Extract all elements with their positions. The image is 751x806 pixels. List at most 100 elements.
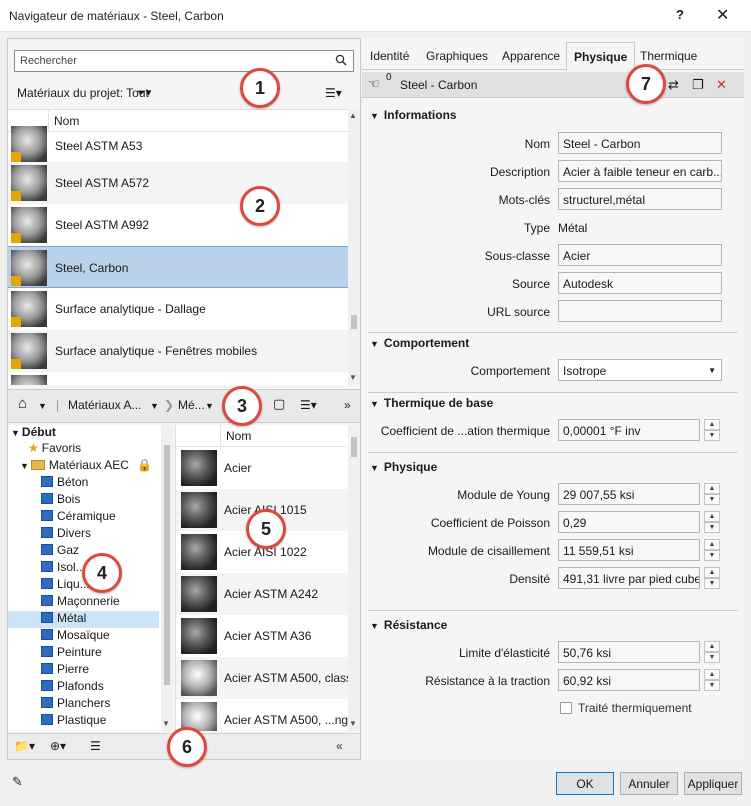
tree-item[interactable]: Divers: [41, 526, 91, 543]
comportement-select[interactable]: Isotrope ▼: [558, 359, 722, 381]
stepper-up-icon[interactable]: ▲: [704, 539, 720, 550]
scroll-up-icon[interactable]: ▲: [349, 111, 357, 120]
column-name[interactable]: Nom: [226, 429, 251, 443]
chevron-down-icon[interactable]: ▼: [150, 401, 159, 411]
tree-item[interactable]: Céramique: [41, 509, 116, 526]
scroll-thumb[interactable]: [351, 437, 357, 457]
expand-icon[interactable]: ▼: [20, 461, 29, 471]
module-cisaillement-stepper[interactable]: ▲ ▼: [704, 539, 720, 561]
stepper-up-icon[interactable]: ▲: [704, 419, 720, 430]
stepper-up-icon[interactable]: ▲: [704, 483, 720, 494]
table-row[interactable]: Surface analytique - Fenêtres mobiles: [8, 330, 348, 372]
stepper-down-icon[interactable]: ▼: [704, 578, 720, 589]
stepper-down-icon[interactable]: ▼: [704, 652, 720, 663]
collapse-icon[interactable]: «: [336, 739, 343, 753]
scroll-down-icon[interactable]: ▼: [349, 373, 357, 382]
scroll-thumb[interactable]: [164, 445, 170, 685]
traite-thermiquement-checkbox[interactable]: [560, 702, 572, 714]
tree-root[interactable]: ▼ Début: [11, 425, 56, 442]
tab-identite[interactable]: Identité: [370, 49, 409, 63]
section-resistance[interactable]: Résistance: [370, 618, 447, 632]
home-icon[interactable]: ⌂: [18, 395, 27, 412]
home-dropdown-icon[interactable]: ▼: [38, 401, 47, 411]
section-informations[interactable]: Informations: [370, 108, 457, 122]
section-comportement[interactable]: Comportement: [370, 336, 469, 350]
table-row[interactable]: Steel ASTM A992: [8, 204, 348, 246]
close-button[interactable]: ✕: [716, 5, 729, 25]
stepper-up-icon[interactable]: ▲: [704, 641, 720, 652]
help-button[interactable]: ?: [676, 7, 684, 22]
densite-stepper[interactable]: ▲ ▼: [704, 567, 720, 589]
tab-apparence[interactable]: Apparence: [502, 49, 560, 63]
tree-item[interactable]: Pierre: [41, 662, 89, 679]
asset-browser-icon[interactable]: ☰: [90, 739, 101, 753]
stepper-down-icon[interactable]: ▼: [704, 430, 720, 441]
tree-item-materiaux-aec[interactable]: ▼ Matériaux AEC 🔒: [20, 458, 152, 475]
open-library-icon[interactable]: 📁▾: [14, 739, 35, 753]
tree-item-selected[interactable]: Métal: [8, 611, 159, 628]
tree-item[interactable]: Mosaïque: [41, 628, 110, 645]
more-icon[interactable]: »: [344, 398, 351, 412]
description-field[interactable]: Acier à faible teneur en carb...: [558, 160, 722, 182]
tree-item[interactable]: Plastique: [41, 713, 106, 730]
stepper-up-icon[interactable]: ▲: [704, 669, 720, 680]
sous-classe-field[interactable]: Acier: [558, 244, 722, 266]
tree-item[interactable]: Bois: [41, 492, 80, 509]
tree-item[interactable]: Gaz: [41, 543, 79, 560]
table-row[interactable]: Steel ASTM A572: [8, 162, 348, 204]
panel-toggle-icon[interactable]: ▢: [273, 396, 285, 412]
module-cisaillement-field[interactable]: 11 559,51 ksi: [558, 539, 700, 561]
stepper-down-icon[interactable]: ▼: [704, 550, 720, 561]
tree-item-favoris[interactable]: ★ Favoris: [28, 441, 81, 458]
tree-item[interactable]: Isol...: [41, 560, 86, 577]
module-young-stepper[interactable]: ▲ ▼: [704, 483, 720, 505]
tree-item[interactable]: Maçonnerie: [41, 594, 120, 611]
replace-asset-icon[interactable]: ⇄: [668, 77, 679, 93]
project-grid-scrollbar[interactable]: ▲ ▼: [348, 109, 360, 385]
tab-graphiques[interactable]: Graphiques: [426, 49, 488, 63]
table-row[interactable]: [8, 372, 348, 385]
source-field[interactable]: Autodesk: [558, 272, 722, 294]
resistance-traction-stepper[interactable]: ▲ ▼: [704, 669, 720, 691]
nom-field[interactable]: Steel - Carbon: [558, 132, 722, 154]
coefficient-poisson-stepper[interactable]: ▲ ▼: [704, 511, 720, 533]
tree-item[interactable]: Planchers: [41, 696, 110, 713]
duplicate-asset-icon[interactable]: ❐: [692, 77, 704, 93]
scroll-down-icon[interactable]: ▼: [349, 719, 357, 728]
url-source-field[interactable]: [558, 300, 722, 322]
cancel-button[interactable]: Annuler: [620, 772, 678, 795]
expand-icon[interactable]: ▼: [11, 428, 20, 438]
ok-button[interactable]: OK: [556, 772, 614, 795]
filter-icon[interactable]: ⏷▾: [137, 86, 151, 100]
apply-button[interactable]: Appliquer: [684, 772, 742, 795]
edit-icon[interactable]: ✎: [12, 774, 23, 790]
stepper-up-icon[interactable]: ▲: [704, 511, 720, 522]
limite-elasticite-stepper[interactable]: ▲ ▼: [704, 641, 720, 663]
view-options-icon[interactable]: ☰▾: [300, 398, 317, 412]
breadcrumb-item-metal[interactable]: Mé...: [178, 398, 205, 412]
table-row[interactable]: Surface analytique - Dallage: [8, 288, 348, 330]
section-thermique[interactable]: Thermique de base: [370, 396, 493, 410]
view-options-icon[interactable]: ☰▾: [325, 86, 342, 100]
stepper-up-icon[interactable]: ▲: [704, 567, 720, 578]
tab-physique[interactable]: Physique: [566, 42, 636, 71]
stepper-down-icon[interactable]: ▼: [704, 494, 720, 505]
tree-item[interactable]: Plafonds: [41, 679, 104, 696]
stepper-down-icon[interactable]: ▼: [704, 680, 720, 691]
delete-asset-icon[interactable]: ✕: [716, 77, 727, 93]
table-row[interactable]: Acier ASTM A500, ...ngu: [176, 699, 348, 731]
chevron-down-icon[interactable]: ▼: [205, 401, 214, 411]
tree-scrollbar[interactable]: ▼: [161, 425, 173, 731]
search-input[interactable]: Rechercher: [14, 50, 354, 72]
resistance-traction-field[interactable]: 60,92 ksi: [558, 669, 700, 691]
table-row[interactable]: Steel ASTM A53: [8, 126, 348, 162]
scroll-thumb[interactable]: [351, 315, 357, 329]
section-physique[interactable]: Physique: [370, 460, 437, 474]
limite-elasticite-field[interactable]: 50,76 ksi: [558, 641, 700, 663]
stepper-down-icon[interactable]: ▼: [704, 522, 720, 533]
coefficient-thermique-field[interactable]: 0,00001 °F inv: [558, 419, 700, 441]
breadcrumb-item-aec[interactable]: Matériaux A...: [68, 398, 141, 412]
mots-cles-field[interactable]: structurel,métal: [558, 188, 722, 210]
table-row[interactable]: Acier ASTM A36: [176, 615, 348, 657]
tab-thermique[interactable]: Thermique: [640, 49, 697, 63]
